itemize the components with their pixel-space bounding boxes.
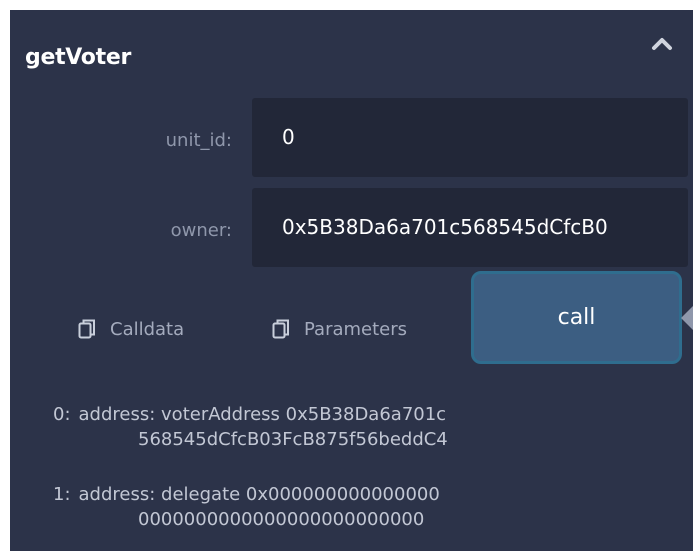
chevron-up-icon[interactable] [648,32,676,54]
owner-input[interactable]: 0x5B38Da6a701c568545dCfcB0 [252,188,688,267]
result-line: 0000000000000000000000000 [138,509,425,530]
copy-icon [78,319,95,339]
call-button[interactable]: call [471,271,682,364]
unit-id-value: 0 [282,125,295,149]
owner-label: owner: [170,220,232,241]
unit-id-label: unit_id: [165,130,232,151]
owner-value: 0x5B38Da6a701c568545dCfcB0 [282,215,608,239]
result-item: 1: address: delegate 0x000000000000000 00… [53,482,440,532]
caret-left-icon [681,306,693,330]
calldata-label: Calldata [110,318,185,340]
parameters-label: Parameters [304,318,408,340]
copy-icon [272,319,289,339]
result-line: address: voterAddress 0x5B38Da6a701c [78,404,447,425]
result-line: 568545dCfcB03FcB875f56beddC4 [138,429,448,450]
copy-parameters-button[interactable]: Parameters [272,314,407,344]
unit-id-input[interactable]: 0 [252,98,688,177]
result-index: 1: [53,484,71,505]
result-item: 0: address: voterAddress 0x5B38Da6a701c 5… [53,402,448,452]
function-title: getVoter [25,45,132,70]
copy-calldata-button[interactable]: Calldata [78,314,184,344]
result-index: 0: [53,404,71,425]
result-line: address: delegate 0x000000000000000 [78,484,440,505]
